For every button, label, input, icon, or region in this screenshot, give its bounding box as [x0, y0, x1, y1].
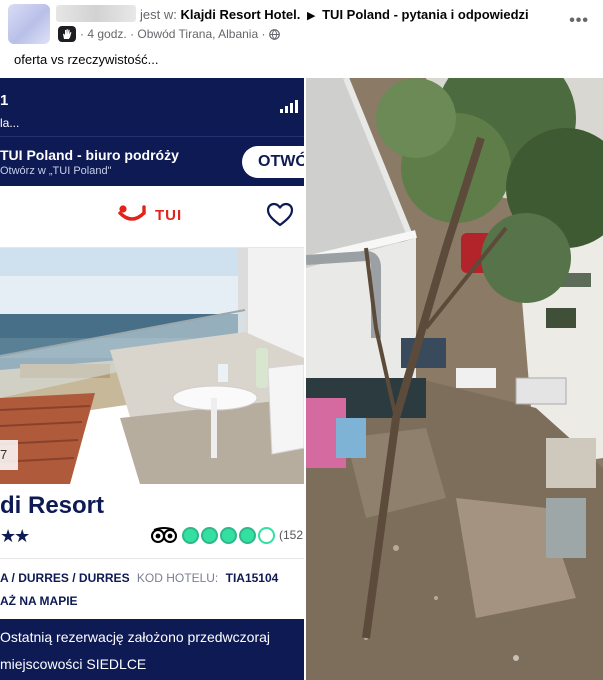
rating-bubble [258, 526, 275, 544]
post-meta: · 4 godz. · Obwód Tirana, Albania · [58, 26, 280, 42]
star-rating: ★★ [0, 526, 30, 546]
photo-reality[interactable] [306, 78, 603, 680]
post-location[interactable]: Obwód Tirana, Albania [137, 27, 258, 41]
tui-header: TUI [0, 186, 304, 248]
rating-bubble [239, 526, 256, 544]
show-on-map-link[interactable]: AŻ NA MAPIE [0, 594, 78, 608]
rating-bubble [220, 526, 237, 544]
author-name-blurred[interactable] [56, 5, 136, 22]
banner-subtitle: Otwórz w „TUI Poland" [0, 165, 112, 177]
photo-counter: 7 [0, 440, 18, 470]
author-avatar[interactable] [8, 4, 50, 44]
app-banner: TUI Poland - biuro podróży Otwórz w „TUI… [0, 136, 304, 186]
tripadvisor-rating[interactable]: (152 [150, 526, 303, 544]
divider [0, 558, 304, 559]
tui-smile-icon [118, 205, 146, 221]
open-app-button[interactable]: OTWÓ [242, 146, 304, 178]
posted-in-prefix: jest w: [140, 7, 177, 22]
hotel-location: A / DURRES / DURRES KOD HOTELU: TIA15104 [0, 571, 278, 585]
hotel-balcony-photo[interactable] [0, 248, 304, 484]
post-title-line: jest w: Klajdi Resort Hotel. ▶ TUI Polan… [140, 7, 529, 22]
tripadvisor-owl-icon [151, 527, 177, 543]
hotel-name: di Resort [0, 492, 105, 519]
post-dot-2: · [130, 27, 135, 41]
post-caption: oferta vs rzeczywistość... [14, 52, 159, 67]
heart-icon[interactable] [266, 202, 294, 228]
status-number: 1 [0, 92, 9, 109]
photo-offer-screenshot[interactable]: 1 la... TUI Poland - biuro podróży Otwór… [0, 78, 304, 680]
post-header: jest w: Klajdi Resort Hotel. ▶ TUI Polan… [0, 0, 603, 76]
tui-logo-text: TUI [155, 206, 183, 224]
review-count: (152 [279, 528, 304, 542]
hand-icon [58, 26, 76, 42]
booking-line-2: miejscowości SIEDLCE [0, 656, 147, 672]
rating-bubbles [182, 526, 277, 544]
rating-bubble [182, 526, 199, 544]
group-link[interactable]: TUI Poland - pytania i odpowiedzi [322, 7, 529, 22]
last-booking-notice: Ostatnią rezerwację założono przedwczora… [0, 619, 304, 680]
signal-icon [280, 100, 298, 113]
place-link[interactable]: Klajdi Resort Hotel. [180, 7, 300, 22]
post-dot-3: · [261, 27, 266, 41]
ellipsis-icon[interactable]: ••• [569, 12, 589, 30]
post-dot: · [80, 27, 84, 41]
arrow-right-icon: ▶ [307, 10, 316, 22]
status-sub: la... [0, 116, 20, 130]
hotel-code-label: KOD HOTELU: [136, 571, 219, 585]
globe-icon [268, 28, 280, 40]
booking-line-1: Ostatnią rezerwację założono przedwczora… [0, 629, 271, 645]
banner-title: TUI Poland - biuro podróży [0, 147, 179, 163]
post-time[interactable]: 4 godz. [87, 27, 126, 41]
tui-logo[interactable]: TUI [118, 204, 182, 226]
location-path: A / DURRES / DURRES [0, 571, 130, 585]
rating-bubble [201, 526, 218, 544]
hotel-code: TIA15104 [225, 571, 279, 585]
phone-status-bar: 1 la... [0, 78, 304, 136]
